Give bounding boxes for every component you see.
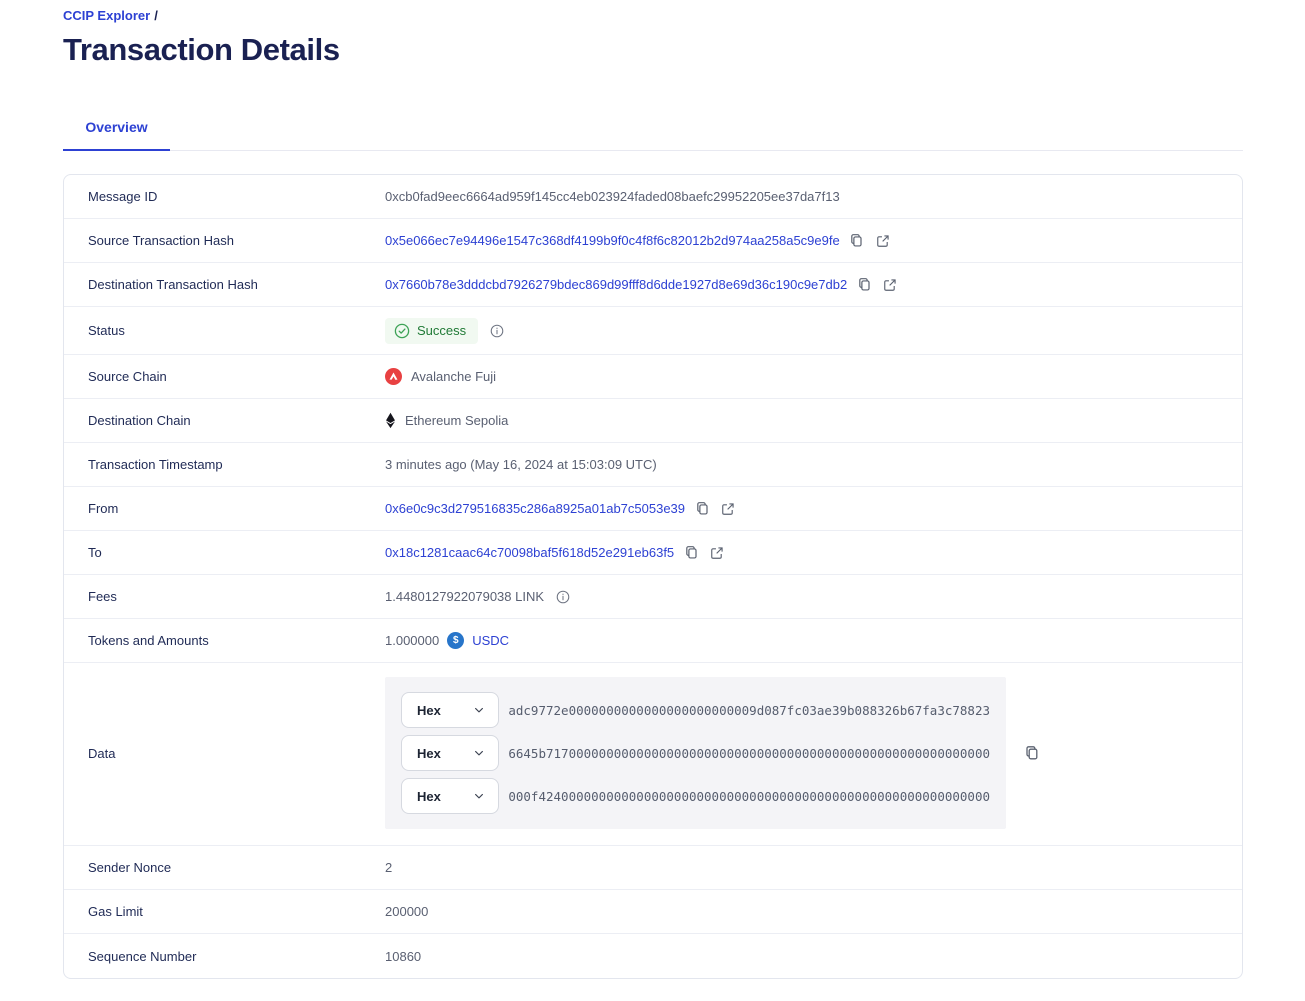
external-link-icon[interactable] [708, 544, 726, 562]
copy-icon[interactable] [693, 500, 711, 518]
data-format-select[interactable]: Hex [401, 692, 499, 728]
page-title: Transaction Details [63, 32, 1243, 68]
gas-limit-label: Gas Limit [88, 904, 385, 919]
external-link-icon[interactable] [874, 232, 892, 250]
message-id-label: Message ID [88, 189, 385, 204]
row-from: From 0x6e0c9c3d279516835c286a8925a01ab7c… [64, 487, 1242, 531]
status-badge-text: Success [417, 323, 466, 338]
source-chain-label: Source Chain [88, 369, 385, 384]
chevron-down-icon [473, 704, 485, 716]
timestamp-value: 3 minutes ago (May 16, 2024 at 15:03:09 … [385, 457, 657, 472]
copy-icon[interactable] [682, 544, 700, 562]
transaction-details-page: CCIP Explorer / Transaction Details Overv… [0, 0, 1305, 1001]
gas-limit-value: 200000 [385, 904, 428, 919]
token-link[interactable]: USDC [472, 633, 509, 648]
row-to: To 0x18c1281caac64c70098baf5f618d52e291e… [64, 531, 1242, 575]
data-line: Hex 6645b7170000000000000000000000000000… [401, 735, 990, 771]
row-fees: Fees 1.4480127922079038 LINK [64, 575, 1242, 619]
to-label: To [88, 545, 385, 560]
row-tokens-amounts: Tokens and Amounts 1.000000 $ USDC [64, 619, 1242, 663]
status-label: Status [88, 323, 385, 338]
data-hex-line: 6645b71700000000000000000000000000000000… [508, 746, 990, 761]
copy-icon[interactable] [848, 232, 866, 250]
breadcrumb-ccip-explorer-link[interactable]: CCIP Explorer [63, 8, 150, 23]
dest-chain-name: Ethereum Sepolia [405, 413, 508, 428]
row-data: Data Hex adc9772e00000000000000000000000… [64, 663, 1242, 846]
row-dest-tx-hash: Destination Transaction Hash 0x7660b78e3… [64, 263, 1242, 307]
from-address-link[interactable]: 0x6e0c9c3d279516835c286a8925a01ab7c5053e… [385, 501, 685, 516]
fees-value: 1.4480127922079038 LINK [385, 589, 544, 604]
check-circle-icon [394, 323, 410, 339]
from-label: From [88, 501, 385, 516]
data-label: Data [88, 746, 385, 761]
data-format-value: Hex [417, 746, 441, 761]
token-amount: 1.000000 [385, 633, 439, 648]
message-id-value: 0xcb0fad9eec6664ad959f145cc4eb023924fade… [385, 189, 840, 204]
row-timestamp: Transaction Timestamp 3 minutes ago (May… [64, 443, 1242, 487]
ethereum-icon [385, 412, 396, 429]
source-tx-hash-link[interactable]: 0x5e066ec7e94496e1547c368df4199b9f0c4f8f… [385, 233, 840, 248]
data-hex-line: 000f424000000000000000000000000000000000… [508, 789, 990, 804]
data-format-select[interactable]: Hex [401, 778, 499, 814]
usdc-icon: $ [447, 632, 464, 649]
external-link-icon[interactable] [881, 276, 899, 294]
tab-overview[interactable]: Overview [63, 112, 170, 150]
row-gas-limit: Gas Limit 200000 [64, 890, 1242, 934]
fees-label: Fees [88, 589, 385, 604]
details-card: Message ID 0xcb0fad9eec6664ad959f145cc4e… [63, 174, 1243, 979]
data-panel: Hex adc9772e0000000000000000000000009d08… [385, 677, 1006, 829]
status-badge: Success [385, 318, 478, 344]
tab-bar: Overview [63, 112, 1243, 151]
external-link-icon[interactable] [719, 500, 737, 518]
tokens-amounts-label: Tokens and Amounts [88, 633, 385, 648]
copy-icon[interactable] [855, 276, 873, 294]
breadcrumb-separator: / [154, 8, 158, 23]
info-icon[interactable] [556, 590, 570, 604]
data-line: Hex 000f42400000000000000000000000000000… [401, 778, 990, 814]
timestamp-label: Transaction Timestamp [88, 457, 385, 472]
row-source-tx-hash: Source Transaction Hash 0x5e066ec7e94496… [64, 219, 1242, 263]
chevron-down-icon [473, 747, 485, 759]
data-format-value: Hex [417, 789, 441, 804]
row-message-id: Message ID 0xcb0fad9eec6664ad959f145cc4e… [64, 175, 1242, 219]
dest-tx-hash-link[interactable]: 0x7660b78e3dddcbd7926279bdec869d99fff8d6… [385, 277, 847, 292]
data-hex-line: adc9772e0000000000000000000000009d087fc0… [508, 703, 990, 718]
data-line: Hex adc9772e0000000000000000000000009d08… [401, 692, 990, 728]
dest-tx-hash-label: Destination Transaction Hash [88, 277, 385, 292]
to-address-link[interactable]: 0x18c1281caac64c70098baf5f618d52e291eb63… [385, 545, 674, 560]
row-status: Status Success [64, 307, 1242, 355]
source-chain-name: Avalanche Fuji [411, 369, 496, 384]
source-tx-hash-label: Source Transaction Hash [88, 233, 385, 248]
sequence-number-label: Sequence Number [88, 949, 385, 964]
row-sequence-number: Sequence Number 10860 [64, 934, 1242, 978]
row-dest-chain: Destination Chain Ethereum Sepolia [64, 399, 1242, 443]
dest-chain-label: Destination Chain [88, 413, 385, 428]
avalanche-icon [385, 368, 402, 385]
info-icon[interactable] [490, 324, 504, 338]
chevron-down-icon [473, 790, 485, 802]
sequence-number-value: 10860 [385, 949, 421, 964]
row-sender-nonce: Sender Nonce 2 [64, 846, 1242, 890]
data-format-value: Hex [417, 703, 441, 718]
sender-nonce-value: 2 [385, 860, 392, 875]
data-format-select[interactable]: Hex [401, 735, 499, 771]
sender-nonce-label: Sender Nonce [88, 860, 385, 875]
copy-icon[interactable] [1023, 744, 1041, 762]
row-source-chain: Source Chain Avalanche Fuji [64, 355, 1242, 399]
breadcrumb: CCIP Explorer / [63, 8, 1243, 23]
